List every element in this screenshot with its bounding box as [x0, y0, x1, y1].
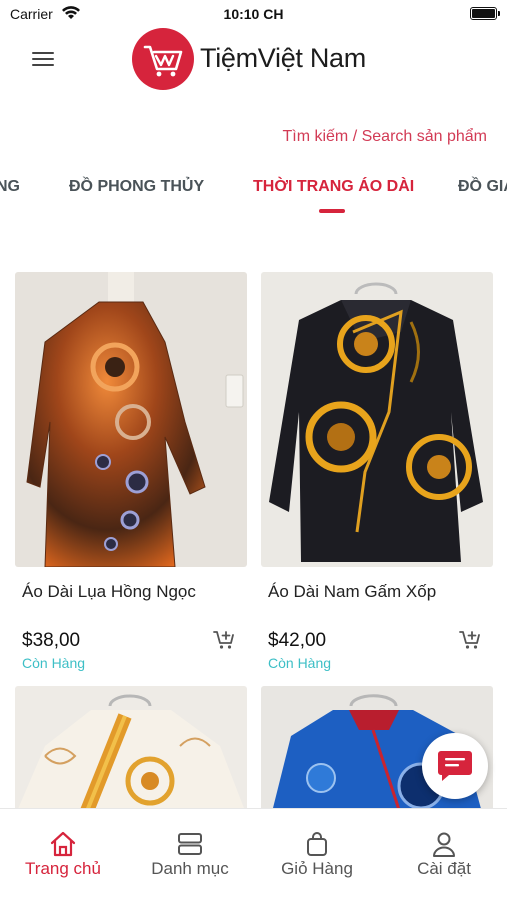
add-to-cart-icon[interactable] — [213, 629, 235, 651]
shopping-cart-logo-icon — [132, 28, 194, 90]
product-name[interactable]: Áo Dài Lụa Hồng Ngọc — [22, 582, 196, 602]
product-price: $42,00 — [268, 630, 327, 651]
battery-icon — [470, 7, 500, 20]
stock-status: Còn Hàng — [268, 655, 332, 671]
status-bar: Carrier 10:10 CH — [0, 0, 507, 28]
nav-item-cart[interactable]: Giỏ Hàng — [254, 809, 380, 889]
nav-item-category[interactable]: Danh mục — [127, 809, 253, 889]
tab-phong-thuy[interactable]: ĐỒ PHONG THỦY — [69, 178, 204, 196]
nav-item-home[interactable]: Trang chủ — [0, 809, 126, 889]
hamburger-menu-icon[interactable] — [32, 50, 56, 68]
shopping-bag-icon — [307, 832, 327, 856]
product-image[interactable] — [15, 272, 247, 567]
product-image[interactable] — [261, 272, 493, 567]
product-image[interactable] — [15, 686, 247, 816]
tab-category-partial-right[interactable]: ĐỒ GIA — [458, 178, 507, 196]
add-to-cart-icon[interactable] — [459, 629, 481, 651]
search-link[interactable]: Tìm kiếm / Search sản phẩm — [282, 128, 487, 146]
category-icon — [178, 833, 202, 855]
tab-thoi-trang-ao-dai[interactable]: THỜI TRANG ÁO DÀI — [253, 178, 414, 196]
brand-title: TiệmViệt Nam — [200, 43, 366, 73]
category-tabs: NG ĐỒ PHONG THỦY THỜI TRANG ÁO DÀI ĐỒ GI… — [0, 170, 507, 220]
nav-label: Giỏ Hàng — [281, 859, 353, 878]
product-price: $38,00 — [22, 630, 81, 651]
nav-label: Danh mục — [151, 859, 229, 878]
nav-item-settings[interactable]: Cài đặt — [381, 809, 507, 889]
tab-category-partial-left[interactable]: NG — [0, 178, 20, 196]
stock-status: Còn Hàng — [22, 655, 86, 671]
product-name[interactable]: Áo Dài Nam Gấm Xốp — [268, 582, 436, 602]
user-icon — [433, 832, 455, 857]
chat-bubble-icon — [438, 751, 472, 781]
chat-button[interactable] — [422, 733, 488, 799]
status-time: 10:10 CH — [223, 6, 284, 22]
app-header: TiệmViệt Nam — [0, 28, 507, 92]
nav-label: Trang chủ — [25, 859, 101, 878]
bottom-nav: Trang chủ Danh mục Giỏ Hàng Cài đặt — [0, 808, 507, 900]
nav-label: Cài đặt — [417, 859, 471, 878]
active-tab-indicator — [319, 209, 345, 213]
home-icon — [50, 831, 76, 857]
